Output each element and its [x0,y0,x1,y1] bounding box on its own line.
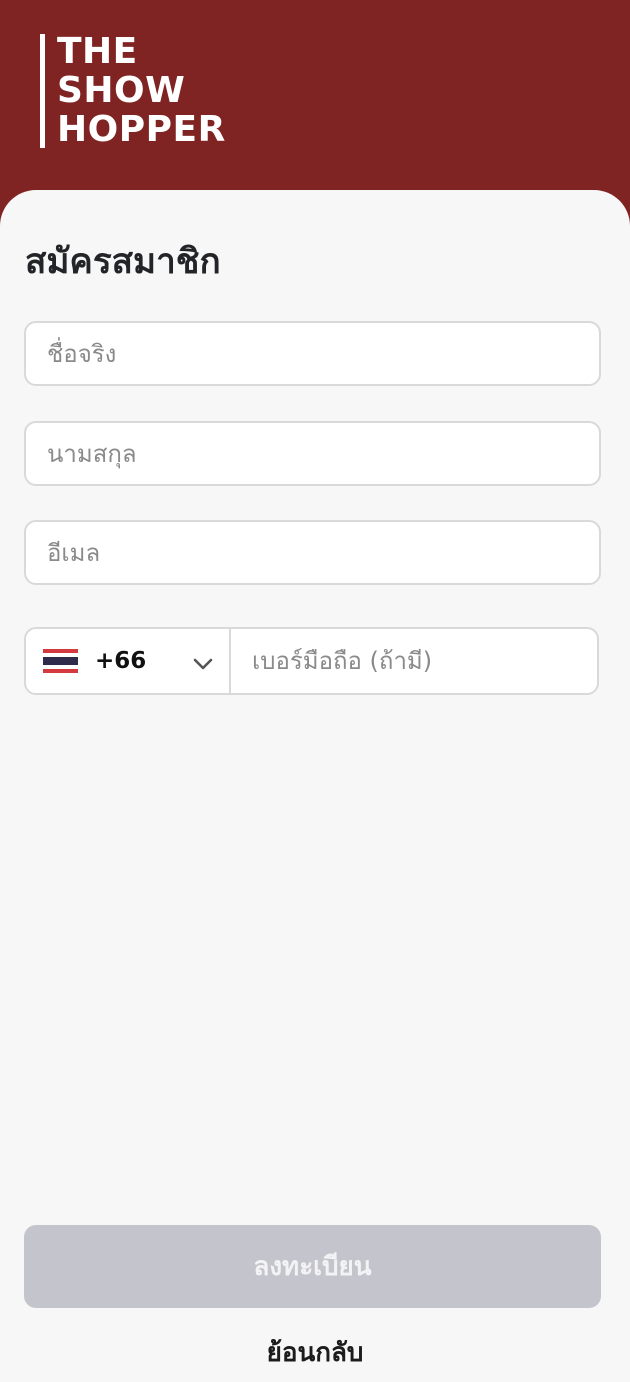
back-link[interactable]: ย้อนกลับ [0,1332,630,1373]
signup-card: สมัครสมาชิก +66 ลงทะเบียน ย้อนกลับ [0,190,630,1382]
logo-bar [40,34,45,148]
last-name-field[interactable] [24,421,601,486]
email-input[interactable] [26,522,599,583]
first-name-field[interactable] [24,321,601,386]
the-show-hopper-logo: THE SHOW HOPPER [40,34,226,148]
thailand-flag-icon [43,649,78,675]
country-code-select[interactable]: +66 [26,629,231,693]
page-title: สมัครสมาชิก [25,242,221,282]
first-name-input[interactable] [26,323,599,384]
app-header: THE SHOW HOPPER [0,0,630,210]
logo-line-2: SHOW [57,70,186,111]
email-field[interactable] [24,520,601,585]
logo-line-1: THE [57,31,138,72]
phone-field: +66 [24,627,599,695]
last-name-input[interactable] [26,423,599,484]
phone-number-input[interactable] [231,629,597,693]
register-button[interactable]: ลงทะเบียน [24,1225,601,1308]
dial-code: +66 [95,648,147,674]
logo-text: THE SHOW HOPPER [57,34,226,148]
logo-line-3: HOPPER [57,109,226,150]
chevron-down-icon [193,658,213,670]
